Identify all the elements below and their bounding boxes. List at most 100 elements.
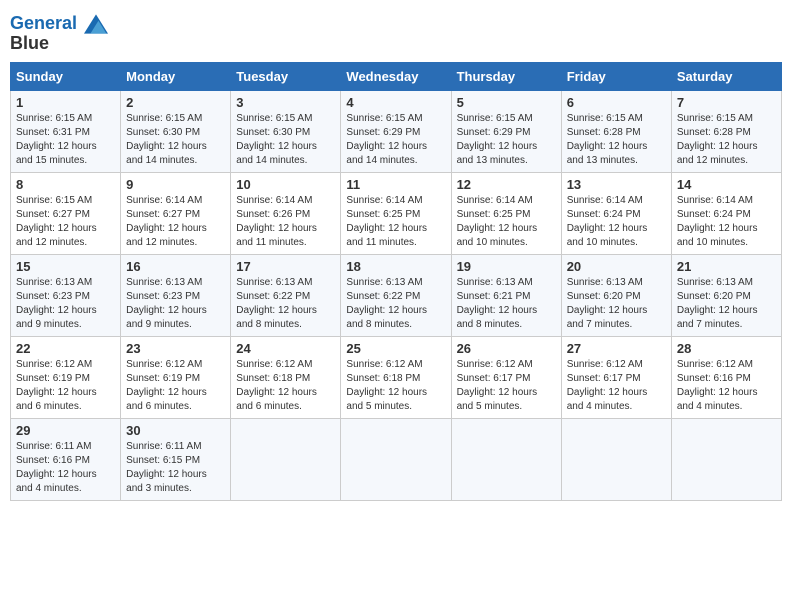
day-header-thursday: Thursday	[451, 63, 561, 91]
day-number: 14	[677, 177, 776, 192]
day-number: 24	[236, 341, 335, 356]
calendar-cell: 25 Sunrise: 6:12 AM Sunset: 6:18 PM Dayl…	[341, 337, 451, 419]
day-header-saturday: Saturday	[671, 63, 781, 91]
day-detail: Sunrise: 6:13 AM Sunset: 6:20 PM Dayligh…	[567, 276, 666, 332]
calendar-cell: 22 Sunrise: 6:12 AM Sunset: 6:19 PM Dayl…	[11, 337, 121, 419]
day-detail: Sunrise: 6:14 AM Sunset: 6:26 PM Dayligh…	[236, 194, 335, 250]
day-number: 27	[567, 341, 666, 356]
calendar-cell: 21 Sunrise: 6:13 AM Sunset: 6:20 PM Dayl…	[671, 255, 781, 337]
calendar-week-5: 29 Sunrise: 6:11 AM Sunset: 6:16 PM Dayl…	[11, 419, 782, 501]
day-number: 2	[126, 95, 225, 110]
day-number: 5	[457, 95, 556, 110]
day-detail: Sunrise: 6:12 AM Sunset: 6:16 PM Dayligh…	[677, 358, 776, 414]
calendar-cell: 24 Sunrise: 6:12 AM Sunset: 6:18 PM Dayl…	[231, 337, 341, 419]
calendar-cell: 11 Sunrise: 6:14 AM Sunset: 6:25 PM Dayl…	[341, 173, 451, 255]
day-header-friday: Friday	[561, 63, 671, 91]
logo: General Blue	[10, 14, 108, 54]
calendar-cell: 28 Sunrise: 6:12 AM Sunset: 6:16 PM Dayl…	[671, 337, 781, 419]
day-detail: Sunrise: 6:14 AM Sunset: 6:25 PM Dayligh…	[457, 194, 556, 250]
day-number: 23	[126, 341, 225, 356]
day-detail: Sunrise: 6:15 AM Sunset: 6:30 PM Dayligh…	[236, 112, 335, 168]
day-detail: Sunrise: 6:15 AM Sunset: 6:31 PM Dayligh…	[16, 112, 115, 168]
calendar-cell: 18 Sunrise: 6:13 AM Sunset: 6:22 PM Dayl…	[341, 255, 451, 337]
day-number: 16	[126, 259, 225, 274]
calendar-cell: 17 Sunrise: 6:13 AM Sunset: 6:22 PM Dayl…	[231, 255, 341, 337]
calendar-cell: 3 Sunrise: 6:15 AM Sunset: 6:30 PM Dayli…	[231, 91, 341, 173]
day-number: 11	[346, 177, 445, 192]
day-detail: Sunrise: 6:12 AM Sunset: 6:18 PM Dayligh…	[346, 358, 445, 414]
day-detail: Sunrise: 6:13 AM Sunset: 6:22 PM Dayligh…	[236, 276, 335, 332]
calendar-cell: 26 Sunrise: 6:12 AM Sunset: 6:17 PM Dayl…	[451, 337, 561, 419]
calendar-cell: 15 Sunrise: 6:13 AM Sunset: 6:23 PM Dayl…	[11, 255, 121, 337]
day-header-wednesday: Wednesday	[341, 63, 451, 91]
day-number: 26	[457, 341, 556, 356]
page-header: General Blue	[10, 10, 782, 54]
calendar-cell: 19 Sunrise: 6:13 AM Sunset: 6:21 PM Dayl…	[451, 255, 561, 337]
day-header-sunday: Sunday	[11, 63, 121, 91]
day-detail: Sunrise: 6:13 AM Sunset: 6:21 PM Dayligh…	[457, 276, 556, 332]
calendar-week-4: 22 Sunrise: 6:12 AM Sunset: 6:19 PM Dayl…	[11, 337, 782, 419]
logo-text: General Blue	[10, 14, 108, 54]
day-detail: Sunrise: 6:15 AM Sunset: 6:28 PM Dayligh…	[677, 112, 776, 168]
day-detail: Sunrise: 6:15 AM Sunset: 6:28 PM Dayligh…	[567, 112, 666, 168]
calendar-cell: 9 Sunrise: 6:14 AM Sunset: 6:27 PM Dayli…	[121, 173, 231, 255]
calendar-cell: 12 Sunrise: 6:14 AM Sunset: 6:25 PM Dayl…	[451, 173, 561, 255]
day-number: 19	[457, 259, 556, 274]
calendar-cell: 29 Sunrise: 6:11 AM Sunset: 6:16 PM Dayl…	[11, 419, 121, 501]
day-number: 4	[346, 95, 445, 110]
calendar-cell	[451, 419, 561, 501]
day-number: 21	[677, 259, 776, 274]
day-number: 1	[16, 95, 115, 110]
day-number: 18	[346, 259, 445, 274]
day-detail: Sunrise: 6:12 AM Sunset: 6:19 PM Dayligh…	[126, 358, 225, 414]
day-detail: Sunrise: 6:11 AM Sunset: 6:16 PM Dayligh…	[16, 440, 115, 496]
calendar-cell	[561, 419, 671, 501]
calendar-cell	[671, 419, 781, 501]
day-detail: Sunrise: 6:13 AM Sunset: 6:23 PM Dayligh…	[126, 276, 225, 332]
day-number: 3	[236, 95, 335, 110]
day-detail: Sunrise: 6:11 AM Sunset: 6:15 PM Dayligh…	[126, 440, 225, 496]
day-number: 30	[126, 423, 225, 438]
day-header-monday: Monday	[121, 63, 231, 91]
calendar-week-2: 8 Sunrise: 6:15 AM Sunset: 6:27 PM Dayli…	[11, 173, 782, 255]
calendar-cell: 14 Sunrise: 6:14 AM Sunset: 6:24 PM Dayl…	[671, 173, 781, 255]
calendar-cell: 10 Sunrise: 6:14 AM Sunset: 6:26 PM Dayl…	[231, 173, 341, 255]
calendar-week-1: 1 Sunrise: 6:15 AM Sunset: 6:31 PM Dayli…	[11, 91, 782, 173]
calendar-cell: 4 Sunrise: 6:15 AM Sunset: 6:29 PM Dayli…	[341, 91, 451, 173]
calendar-table: SundayMondayTuesdayWednesdayThursdayFrid…	[10, 62, 782, 501]
calendar-cell	[341, 419, 451, 501]
day-detail: Sunrise: 6:12 AM Sunset: 6:19 PM Dayligh…	[16, 358, 115, 414]
day-detail: Sunrise: 6:14 AM Sunset: 6:24 PM Dayligh…	[567, 194, 666, 250]
day-number: 29	[16, 423, 115, 438]
calendar-cell: 27 Sunrise: 6:12 AM Sunset: 6:17 PM Dayl…	[561, 337, 671, 419]
calendar-cell: 23 Sunrise: 6:12 AM Sunset: 6:19 PM Dayl…	[121, 337, 231, 419]
day-detail: Sunrise: 6:13 AM Sunset: 6:23 PM Dayligh…	[16, 276, 115, 332]
calendar-cell: 30 Sunrise: 6:11 AM Sunset: 6:15 PM Dayl…	[121, 419, 231, 501]
day-detail: Sunrise: 6:13 AM Sunset: 6:22 PM Dayligh…	[346, 276, 445, 332]
calendar-cell: 5 Sunrise: 6:15 AM Sunset: 6:29 PM Dayli…	[451, 91, 561, 173]
day-header-tuesday: Tuesday	[231, 63, 341, 91]
day-number: 28	[677, 341, 776, 356]
day-detail: Sunrise: 6:12 AM Sunset: 6:17 PM Dayligh…	[567, 358, 666, 414]
day-detail: Sunrise: 6:15 AM Sunset: 6:29 PM Dayligh…	[457, 112, 556, 168]
calendar-cell: 13 Sunrise: 6:14 AM Sunset: 6:24 PM Dayl…	[561, 173, 671, 255]
day-number: 6	[567, 95, 666, 110]
day-number: 15	[16, 259, 115, 274]
calendar-cell: 8 Sunrise: 6:15 AM Sunset: 6:27 PM Dayli…	[11, 173, 121, 255]
day-detail: Sunrise: 6:15 AM Sunset: 6:27 PM Dayligh…	[16, 194, 115, 250]
day-number: 10	[236, 177, 335, 192]
calendar-cell: 20 Sunrise: 6:13 AM Sunset: 6:20 PM Dayl…	[561, 255, 671, 337]
day-number: 9	[126, 177, 225, 192]
calendar-cell: 16 Sunrise: 6:13 AM Sunset: 6:23 PM Dayl…	[121, 255, 231, 337]
day-number: 25	[346, 341, 445, 356]
day-number: 17	[236, 259, 335, 274]
day-number: 7	[677, 95, 776, 110]
day-number: 20	[567, 259, 666, 274]
calendar-cell: 2 Sunrise: 6:15 AM Sunset: 6:30 PM Dayli…	[121, 91, 231, 173]
calendar-cell: 7 Sunrise: 6:15 AM Sunset: 6:28 PM Dayli…	[671, 91, 781, 173]
day-number: 12	[457, 177, 556, 192]
day-number: 13	[567, 177, 666, 192]
calendar-week-3: 15 Sunrise: 6:13 AM Sunset: 6:23 PM Dayl…	[11, 255, 782, 337]
day-detail: Sunrise: 6:13 AM Sunset: 6:20 PM Dayligh…	[677, 276, 776, 332]
calendar-cell: 1 Sunrise: 6:15 AM Sunset: 6:31 PM Dayli…	[11, 91, 121, 173]
